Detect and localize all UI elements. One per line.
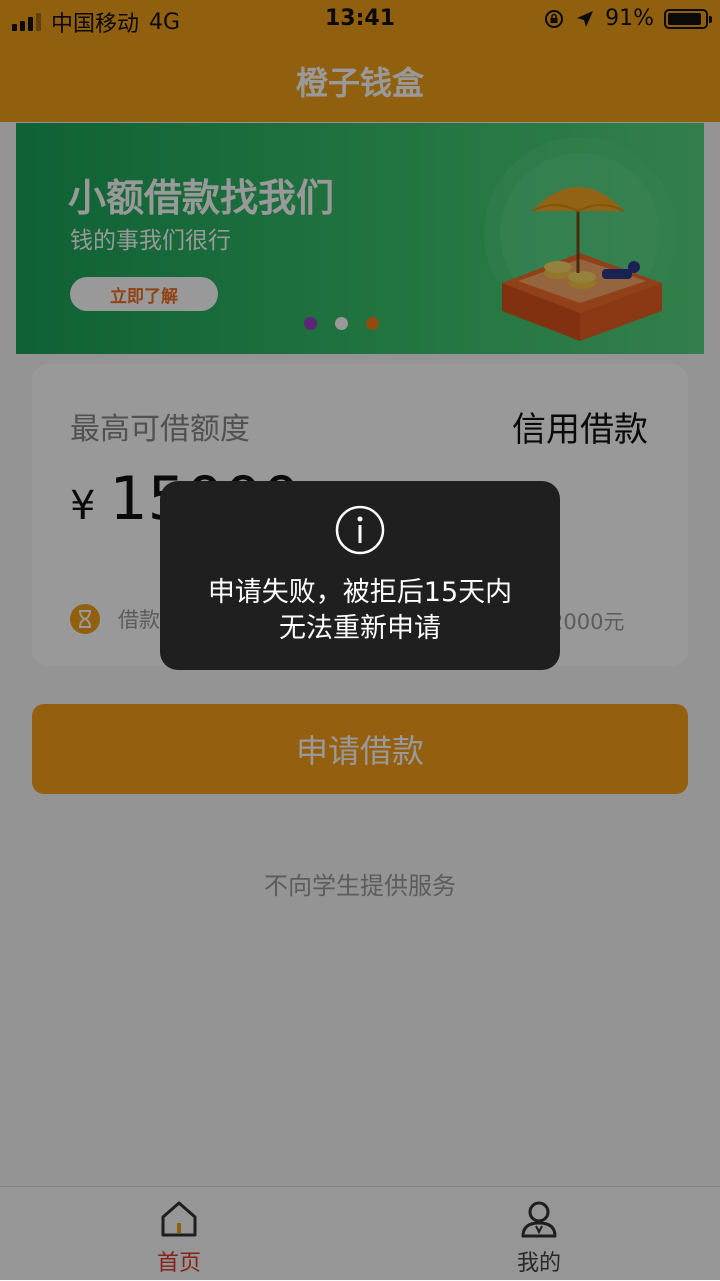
info-icon xyxy=(335,505,385,555)
toast-line-1: 申请失败，被拒后15天内 xyxy=(207,577,513,608)
error-toast: 申请失败，被拒后15天内 无法重新申请 xyxy=(160,481,560,670)
toast-message: 申请失败，被拒后15天内 无法重新申请 xyxy=(160,575,560,647)
toast-line-2: 无法重新申请 xyxy=(279,613,441,644)
